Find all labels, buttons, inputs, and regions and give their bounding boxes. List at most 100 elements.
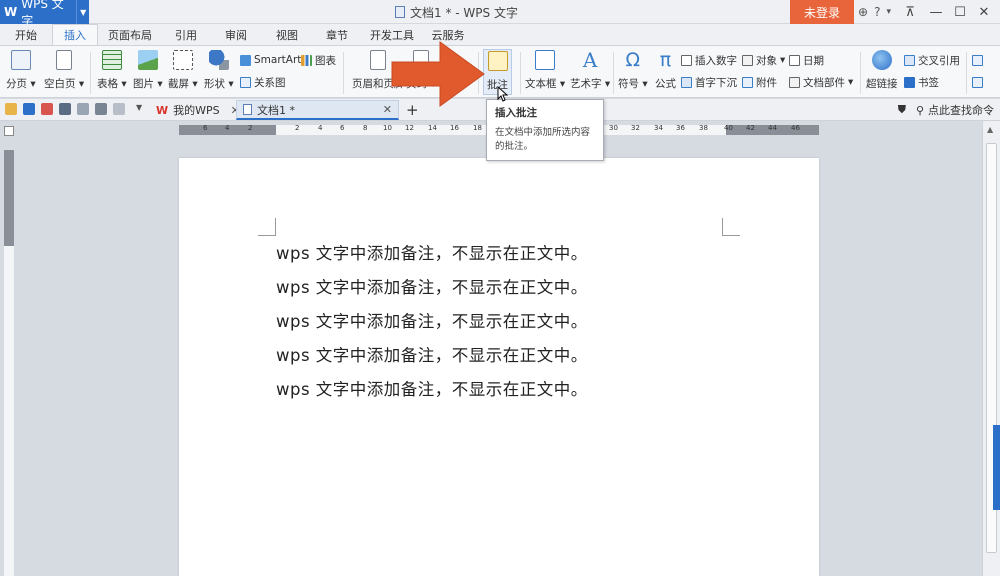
document-body[interactable]: wps 文字中添加备注，不显示在正文中。 wps 文字中添加备注，不显示在正文中… [276, 240, 588, 410]
redo-icon[interactable] [113, 103, 125, 115]
drop-cap-label: 首字下沉 [695, 76, 737, 89]
restore-ribbon-icon[interactable]: ⊼ [898, 0, 922, 24]
save-icon[interactable] [23, 103, 35, 115]
tab-section[interactable]: 章节 [312, 24, 362, 45]
ruler-number: 34 [654, 124, 663, 132]
paragraph[interactable]: wps 文字中添加备注，不显示在正文中。 [276, 274, 588, 308]
ruler-corner[interactable] [4, 126, 14, 136]
toolbar-options-icon[interactable]: ⛊ [898, 103, 906, 117]
page-break-button[interactable]: 分页 ▾ [6, 50, 36, 91]
shapes-icon [208, 50, 229, 70]
formula-button[interactable]: π 公式 [655, 50, 676, 91]
side-panel-toggle[interactable] [993, 425, 1000, 510]
chevron-down-icon[interactable]: ▾ [886, 7, 891, 17]
drop-cap-button[interactable]: 首字下沉 [681, 74, 737, 90]
ruler-number: 44 [768, 124, 777, 132]
ruler-number: 2 [295, 124, 300, 132]
wps-logo-icon: W [156, 103, 169, 117]
ruler-number: 16 [450, 124, 459, 132]
screenshot-button[interactable]: 截屏 ▾ [168, 50, 198, 91]
command-search[interactable]: ⛊ ⚲ 点此查找命令 [898, 99, 994, 121]
textbox-button[interactable]: 文本框 ▾ [525, 50, 565, 91]
globe-link-icon [871, 50, 892, 70]
skin-icon[interactable]: ⊕ [858, 5, 868, 19]
screenshot-label: 截屏 [168, 78, 189, 90]
omega-icon: Ω [625, 49, 641, 71]
tab-references[interactable]: 引用 [162, 24, 210, 45]
doc-tab-mywps[interactable]: W 我的WPS ✕ [150, 100, 246, 120]
tab-review[interactable]: 审阅 [210, 24, 262, 45]
table-button[interactable]: 表格 ▾ [97, 50, 127, 91]
chevron-down-icon[interactable]: ▾ [848, 76, 853, 88]
doc-tab-current[interactable]: 文档1 * ✕ [236, 100, 399, 120]
page-break-label: 分页 [6, 78, 27, 90]
print-icon[interactable] [59, 103, 71, 115]
login-button[interactable]: 未登录 [790, 0, 854, 24]
paragraph[interactable]: wps 文字中添加备注，不显示在正文中。 [276, 240, 588, 274]
paragraph[interactable]: wps 文字中添加备注，不显示在正文中。 [276, 308, 588, 342]
ribbon-more-icon[interactable] [972, 52, 983, 68]
ruler-number: 10 [383, 124, 392, 132]
relation-chart-button[interactable]: 关系图 [240, 74, 286, 90]
tab-page-layout[interactable]: 页面布局 [98, 24, 162, 45]
ruler-number: 2 [248, 124, 253, 132]
hyperlink-button[interactable]: 超链接 [866, 50, 898, 91]
blank-page-icon [56, 50, 73, 70]
wordart-button[interactable]: A 艺术字 ▾ [570, 50, 610, 91]
ruler-number: 4 [225, 124, 230, 132]
attachment-button[interactable]: 附件 [742, 74, 777, 90]
help-icon[interactable]: ? [874, 5, 880, 19]
chart-label: 图表 [315, 54, 336, 67]
smartart-button[interactable]: SmartArt [240, 52, 301, 68]
comment-icon [487, 51, 508, 71]
ruler-number: 36 [676, 124, 685, 132]
minimize-icon[interactable]: — [924, 0, 948, 24]
attachment-label: 附件 [756, 76, 777, 89]
wordart-label: 艺术字 [570, 78, 602, 90]
chart-button[interactable]: 图表 [301, 52, 336, 68]
vertical-ruler[interactable] [4, 150, 14, 576]
chart-icon [301, 54, 312, 66]
shapes-button[interactable]: 形状 ▾ [204, 50, 234, 91]
page-break-icon [10, 50, 31, 70]
textbox-icon [535, 50, 556, 70]
print-preview-icon[interactable] [77, 103, 89, 115]
bookmark-button[interactable]: 书签 [904, 74, 939, 90]
symbol-button[interactable]: Ω 符号 ▾ [618, 50, 648, 91]
document-parts-button[interactable]: 文档部件 ▾ [789, 74, 853, 90]
tab-start[interactable]: 开始 [0, 24, 52, 45]
chevron-down-icon[interactable]: ▾ [780, 54, 785, 66]
smartart-label: SmartArt [254, 54, 302, 66]
object-icon [742, 54, 753, 66]
export-pdf-icon[interactable] [41, 103, 53, 115]
paragraph[interactable]: wps 文字中添加备注，不显示在正文中。 [276, 342, 588, 376]
calendar-icon [789, 54, 800, 66]
ribbon-more-icon-2[interactable] [972, 74, 983, 90]
document-page[interactable]: wps 文字中添加备注，不显示在正文中。 wps 文字中添加备注，不显示在正文中… [179, 158, 819, 576]
picture-button[interactable]: 图片 ▾ [133, 50, 163, 91]
object-button[interactable]: 对象 ▾ [742, 52, 785, 68]
customize-toolbar-icon[interactable]: ▼ [136, 103, 146, 115]
chevron-down-icon[interactable]: ▼ [76, 0, 89, 24]
cross-reference-button[interactable]: 交叉引用 [904, 52, 960, 68]
tab-insert[interactable]: 插入 [52, 24, 98, 45]
open-folder-icon[interactable] [5, 103, 17, 115]
ribbon-separator [90, 52, 91, 94]
ruler-number: 8 [363, 124, 368, 132]
blank-page-button[interactable]: 空白页 ▾ [44, 50, 84, 91]
textbox-label: 文本框 [525, 78, 557, 90]
object-label: 对象 [756, 54, 777, 67]
maximize-icon[interactable]: ☐ [948, 0, 972, 24]
close-icon[interactable]: ✕ [972, 0, 996, 24]
pi-icon: π [659, 49, 672, 71]
paragraph[interactable]: wps 文字中添加备注，不显示在正文中。 [276, 376, 588, 410]
date-button[interactable]: 日期 [789, 52, 824, 68]
shapes-label: 形状 [204, 78, 225, 90]
scroll-up-icon[interactable]: ▲ [987, 125, 993, 134]
title-utility-icons: ⊕ ? ▾ [858, 0, 891, 24]
ruler-number: 42 [746, 124, 755, 132]
insert-number-button[interactable]: 插入数字 [681, 52, 737, 68]
app-menu-button[interactable]: W WPS 文字 ▼ [0, 0, 89, 28]
tab-view[interactable]: 视图 [262, 24, 312, 45]
undo-icon[interactable] [95, 103, 107, 115]
